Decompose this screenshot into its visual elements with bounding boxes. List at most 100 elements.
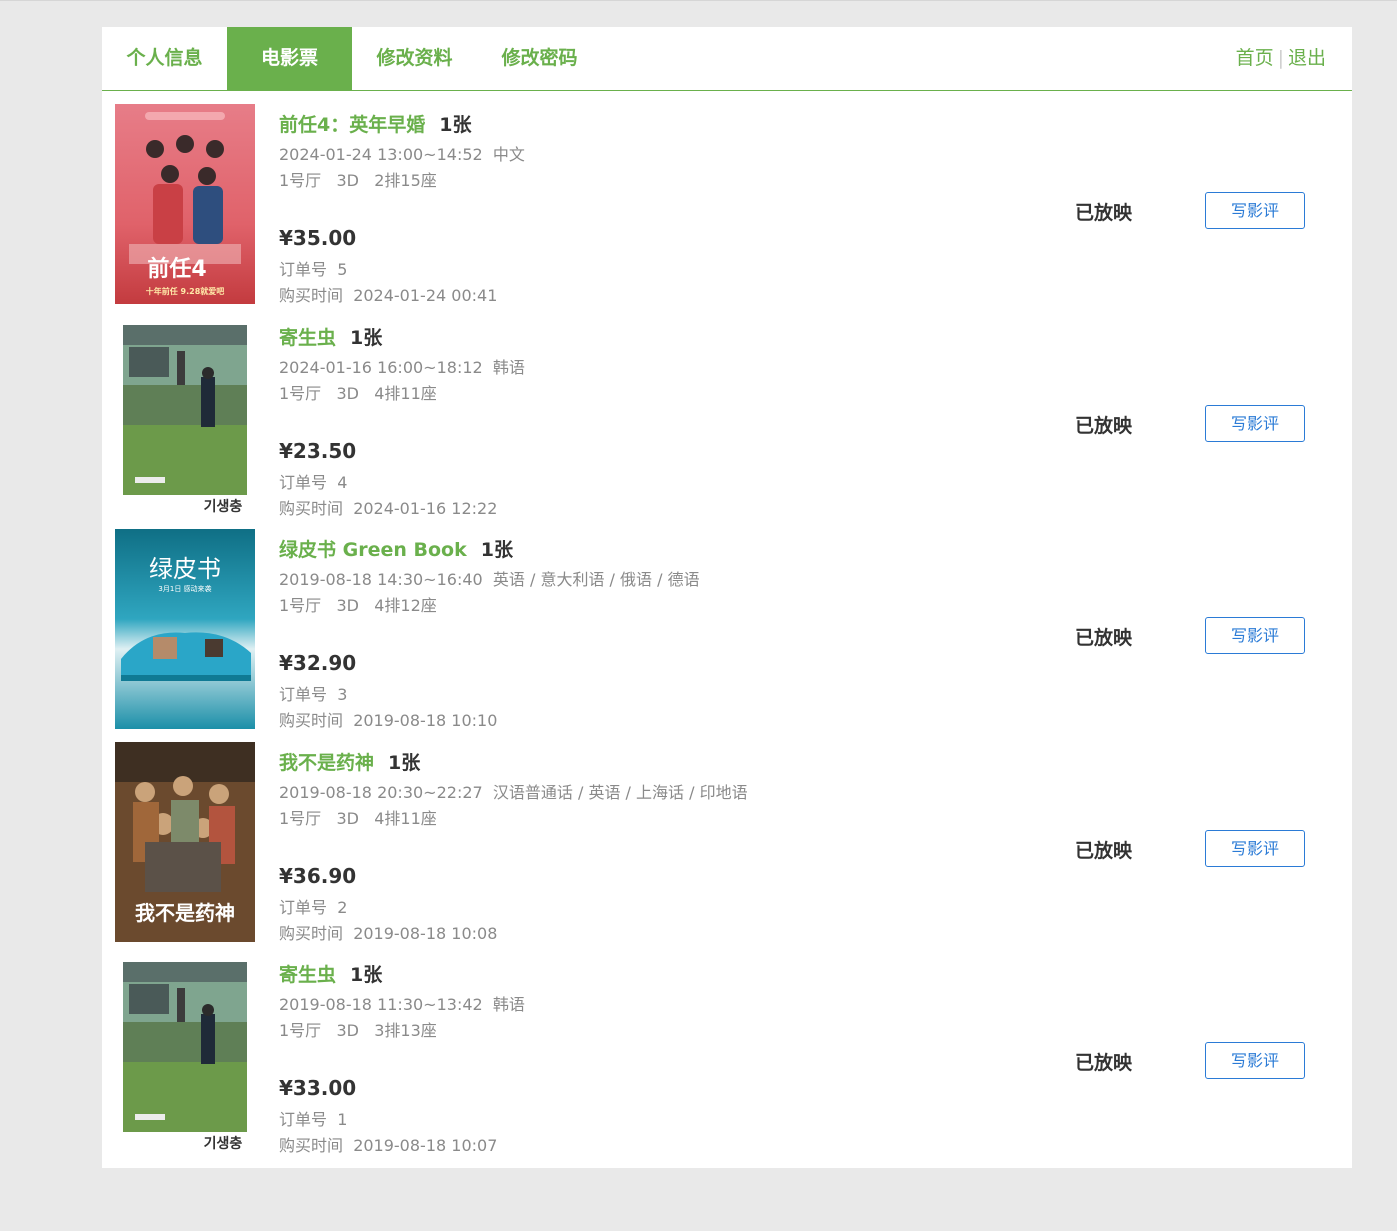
price: ¥33.00 (279, 1076, 356, 1100)
purchase-time-line: 购买时间 2024-01-16 12:22 (279, 495, 497, 519)
format: 3D (336, 384, 359, 403)
purchase-time: 2019-08-18 10:08 (353, 924, 498, 943)
seat-line: 1号厅 3D 4排11座 (279, 805, 437, 829)
format: 3D (336, 1021, 359, 1040)
currency-symbol: ¥ (279, 226, 293, 250)
order-number-line: 订单号 3 (279, 681, 347, 705)
ticket-count: 1张 (350, 964, 383, 986)
purchase-time-label: 购买时间 (279, 924, 344, 943)
movie-title[interactable]: 前任4：英年早婚 (279, 114, 425, 136)
link-separator: | (1277, 47, 1284, 69)
purchase-time-line: 购买时间 2019-08-18 10:10 (279, 707, 497, 731)
showtime: 2019-08-18 11:30~13:42 (279, 995, 483, 1014)
seat-line: 1号厅 3D 2排15座 (279, 167, 437, 191)
purchase-time-label: 购买时间 (279, 499, 344, 518)
movie-title[interactable]: 寄生虫 (279, 327, 336, 349)
order-row: 기생충 寄生虫 1张 2019-08-18 11:30~13:42 韩语 1号厅 … (102, 954, 1352, 1166)
movie-title[interactable]: 我不是药神 (279, 752, 374, 774)
poster-title-text: 기생충 (204, 499, 243, 515)
price: ¥35.00 (279, 226, 356, 250)
price-value: 32.90 (292, 651, 357, 675)
order-number: 3 (337, 685, 348, 704)
price-value: 23.50 (292, 439, 357, 463)
title-line: 我不是药神 1张 (279, 748, 420, 775)
order-row: 绿皮书 3月1日 感动来袭 绿皮书 Green Book 1张 2019-08-1… (102, 529, 1352, 741)
write-review-button[interactable]: 写影评 (1205, 1042, 1305, 1079)
order-number-label: 订单号 (279, 898, 328, 917)
hall: 1号厅 (279, 809, 322, 828)
status-badge: 已放映 (1075, 1052, 1133, 1074)
showtime: 2024-01-24 13:00~14:52 (279, 145, 483, 164)
showtime-line: 2024-01-16 16:00~18:12 韩语 (279, 354, 525, 378)
logout-link[interactable]: 退出 (1288, 47, 1326, 69)
seat-line: 1号厅 3D 3排13座 (279, 1017, 437, 1041)
showtime: 2019-08-18 14:30~16:40 (279, 570, 483, 589)
format: 3D (336, 596, 359, 615)
price-value: 36.90 (292, 864, 357, 888)
poster-title-text: 기생충 (204, 1136, 243, 1152)
poster-title-text: 我不是药神 (135, 901, 235, 925)
top-links: 首页 | 退出 (1236, 27, 1326, 90)
ticket-count: 1张 (350, 327, 383, 349)
order-number: 2 (337, 898, 348, 917)
order-number-line: 订单号 2 (279, 894, 347, 918)
showtime-line: 2019-08-18 11:30~13:42 韩语 (279, 991, 525, 1015)
movie-title[interactable]: 寄生虫 (279, 964, 336, 986)
showtime: 2019-08-18 20:30~22:27 (279, 783, 483, 802)
poster-title-text: 前任4 (147, 256, 206, 282)
write-review-button[interactable]: 写影评 (1205, 405, 1305, 442)
format: 3D (336, 171, 359, 190)
poster-dying-to-survive[interactable]: 我不是药神 (115, 742, 255, 942)
price: ¥32.90 (279, 651, 356, 675)
hall: 1号厅 (279, 171, 322, 190)
seat: 4排11座 (374, 809, 437, 828)
seat: 4排11座 (374, 384, 437, 403)
home-link[interactable]: 首页 (1236, 47, 1274, 69)
seat-line: 1号厅 3D 4排12座 (279, 592, 437, 616)
languages: 中文 (492, 145, 525, 164)
seat-line: 1号厅 3D 4排11座 (279, 380, 437, 404)
write-review-button[interactable]: 写影评 (1205, 192, 1305, 229)
status-badge: 已放映 (1075, 202, 1133, 224)
tab-change-password[interactable]: 修改密码 (477, 27, 602, 90)
write-review-button[interactable]: 写影评 (1205, 830, 1305, 867)
order-row: 前任4 十年前任 9.28就爱吧 前任4：英年早婚 1张 2024-01-24 1… (102, 104, 1352, 316)
hall: 1号厅 (279, 1021, 322, 1040)
poster-parasite[interactable]: 기생충 (115, 317, 255, 517)
format: 3D (336, 809, 359, 828)
poster-green-book[interactable]: 绿皮书 3月1日 感动来袭 (115, 529, 255, 729)
currency-symbol: ¥ (279, 864, 293, 888)
currency-symbol: ¥ (279, 1076, 293, 1100)
poster-title-text: 绿皮书 (149, 555, 221, 583)
tab-edit-profile[interactable]: 修改资料 (352, 27, 477, 90)
order-number-line: 订单号 4 (279, 469, 347, 493)
movie-title[interactable]: 绿皮书 Green Book (279, 539, 467, 561)
purchase-time-line: 购买时间 2019-08-18 10:07 (279, 1132, 497, 1156)
seat: 2排15座 (374, 171, 437, 190)
poster-qianren4[interactable]: 前任4 十年前任 9.28就爱吧 (115, 104, 255, 304)
currency-symbol: ¥ (279, 439, 293, 463)
poster-parasite[interactable]: 기생충 (115, 954, 255, 1154)
order-number-line: 订单号 5 (279, 256, 347, 280)
tab-profile[interactable]: 个人信息 (102, 27, 227, 90)
purchase-time: 2024-01-24 00:41 (353, 286, 498, 305)
price-value: 33.00 (292, 1076, 357, 1100)
purchase-time-label: 购买时间 (279, 711, 344, 730)
title-line: 寄生虫 1张 (279, 960, 382, 987)
purchase-time: 2019-08-18 10:07 (353, 1136, 498, 1155)
title-line: 前任4：英年早婚 1张 (279, 110, 471, 137)
order-number: 1 (337, 1110, 348, 1129)
write-review-button[interactable]: 写影评 (1205, 617, 1305, 654)
ticket-count: 1张 (388, 752, 421, 774)
order-row: 我不是药神 我不是药神 1张 2019-08-18 20:30~22:27 汉语普… (102, 742, 1352, 954)
tab-tickets[interactable]: 电影票 (227, 27, 352, 90)
showtime: 2024-01-16 16:00~18:12 (279, 358, 483, 377)
currency-symbol: ¥ (279, 651, 293, 675)
seat: 3排13座 (374, 1021, 437, 1040)
purchase-time: 2019-08-18 10:10 (353, 711, 498, 730)
showtime-line: 2024-01-24 13:00~14:52 中文 (279, 141, 525, 165)
top-border (0, 0, 1397, 1)
status-badge: 已放映 (1075, 627, 1133, 649)
title-line: 寄生虫 1张 (279, 323, 382, 350)
title-line: 绿皮书 Green Book 1张 (279, 535, 513, 562)
